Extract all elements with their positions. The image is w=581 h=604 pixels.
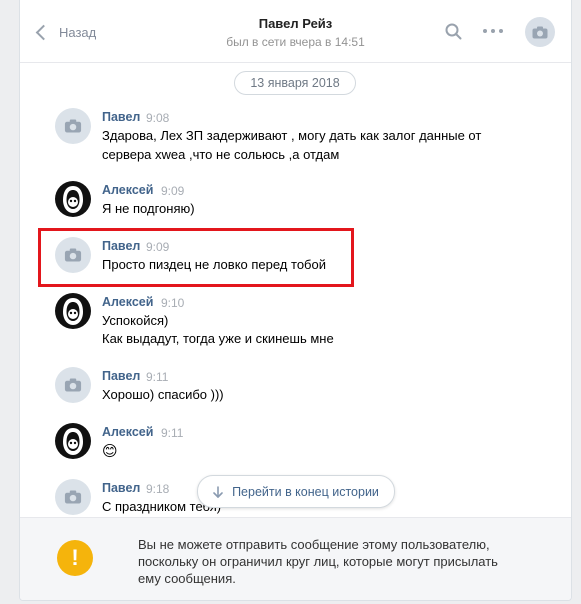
notice-text: Вы не можете отправить сообщение этому п… (138, 536, 528, 587)
message-author[interactable]: Алексей (102, 183, 153, 197)
message-text: Хорошо) спасибо ))) (102, 387, 224, 402)
avatar[interactable] (55, 479, 91, 515)
blocked-notice: ! Вы не можете отправить сообщение этому… (20, 517, 571, 600)
avatar[interactable] (55, 423, 91, 459)
more-options-icon[interactable] (483, 29, 503, 34)
message-time[interactable]: 9:09 (161, 184, 184, 198)
message-text: Здарова, Лех ЗП задерживают , могу дать … (102, 128, 482, 143)
message-time[interactable]: 9:11 (161, 426, 183, 440)
avatar[interactable] (55, 108, 91, 144)
header-avatar[interactable] (525, 17, 555, 47)
message-time[interactable]: 9:10 (161, 296, 184, 310)
hooded-figure-icon (63, 428, 83, 455)
camera-icon (532, 26, 548, 38)
jump-to-end-button[interactable]: Перейти в конец истории (197, 475, 395, 508)
message-author[interactable]: Алексей (102, 295, 153, 309)
search-icon[interactable] (445, 23, 462, 40)
date-separator: 13 января 2018 (234, 71, 356, 95)
highlight-box (38, 228, 354, 287)
message-time[interactable]: 9:08 (146, 111, 169, 125)
message-author[interactable]: Павел (102, 110, 140, 124)
last-seen-status: был в сети вчера в 14:51 (226, 35, 365, 49)
chat-header: Назад Павел Рейз был в сети вчера в 14:5… (20, 0, 571, 63)
message-time[interactable]: 9:11 (146, 370, 168, 384)
notice-line: ему сообщения. (138, 571, 236, 586)
message-author[interactable]: Алексей (102, 425, 153, 439)
notice-line: поскольку он ограничил круг лиц, которые… (138, 554, 498, 569)
avatar[interactable] (55, 367, 91, 403)
message-text: сервера xwea ,что не сольюсь ,а отдам (102, 147, 340, 162)
camera-icon (64, 119, 82, 133)
arrow-down-icon (213, 485, 223, 498)
message-author[interactable]: Павел (102, 481, 140, 495)
jump-to-end-label: Перейти в конец истории (232, 484, 379, 499)
camera-icon (64, 490, 82, 504)
warning-icon: ! (57, 540, 93, 576)
avatar[interactable] (55, 181, 91, 217)
message-author[interactable]: Павел (102, 369, 140, 383)
avatar[interactable] (55, 293, 91, 329)
message-text: Успокойся) (102, 313, 169, 328)
chat-panel: Назад Павел Рейз был в сети вчера в 14:5… (19, 0, 572, 601)
message-text: Я не подгоняю) (102, 201, 195, 216)
notice-line: Вы не можете отправить сообщение этому п… (138, 537, 490, 552)
message-time[interactable]: 9:18 (146, 482, 169, 496)
hooded-figure-icon (63, 186, 83, 213)
hooded-figure-icon (63, 298, 83, 325)
camera-icon (64, 378, 82, 392)
message-text: Как выдадут, тогда уже и скинешь мне (102, 331, 334, 346)
emoji-smile-icon: 😊 (102, 443, 118, 460)
